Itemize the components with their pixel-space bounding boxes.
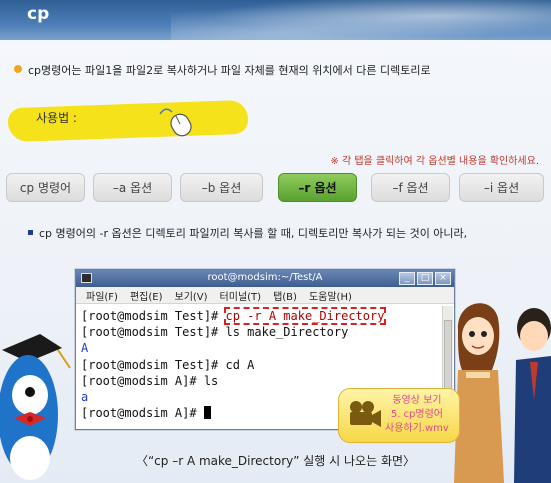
- command: cd A: [225, 357, 255, 372]
- video-camera-icon: [350, 401, 381, 427]
- tab-b-option[interactable]: –b 옵션: [180, 173, 263, 202]
- tab-r-option[interactable]: –r 옵션: [278, 173, 357, 202]
- video-link-text: 동영상 보기 5. cp명령어 사용하기.wmv: [385, 395, 449, 434]
- menu-terminal[interactable]: 터미널(T): [220, 288, 262, 303]
- terminal-line: [root@modsim A]# ls: [81, 373, 440, 389]
- maximize-button[interactable]: □: [417, 272, 433, 285]
- terminal-titlebar[interactable]: root@modsim:~/Test/A _ □ ×: [76, 270, 454, 287]
- menu-file[interactable]: 파일(F): [86, 288, 118, 303]
- prompt: [root@modsim Test]#: [81, 325, 226, 340]
- prompt: [root@modsim A]#: [81, 406, 204, 421]
- terminal-line: [root@modsim Test]# ls make_Directory: [81, 324, 440, 340]
- terminal-line: [root@modsim Test]# cd A: [81, 357, 440, 373]
- prompt: [root@modsim A]#: [81, 373, 204, 388]
- close-button[interactable]: ×: [435, 272, 451, 285]
- bullet-dot-icon: [14, 65, 22, 73]
- menu-tabs[interactable]: 탭(B): [273, 288, 297, 303]
- tab-a-option[interactable]: –a 옵션: [93, 173, 172, 202]
- text-cursor: [203, 406, 211, 420]
- command: ls: [203, 373, 219, 388]
- header-decoration: [171, 0, 551, 40]
- tab-cp-command[interactable]: cp 명령어: [6, 173, 85, 202]
- menu-edit[interactable]: 편집(E): [130, 288, 163, 303]
- description-text: cp명령어는 파일1을 파일2로 복사하거나 파일 자체를 현재의 위치에서 다…: [28, 64, 431, 77]
- explanation-row: cp 명령어의 -r 옵션은 디렉토리 파일끼리 복사를 할 때, 디렉토리만 …: [28, 225, 467, 241]
- page-header: cp: [0, 0, 551, 40]
- menu-view[interactable]: 보기(V): [175, 288, 208, 303]
- tab-f-option[interactable]: –f 옵션: [371, 173, 450, 202]
- terminal-menubar: 파일(F) 편집(E) 보기(V) 터미널(T) 탭(B) 도움말(H): [76, 287, 454, 304]
- option-tabs: cp 명령어 –a 옵션 –b 옵션 –r 옵션 –f 옵션 –i 옵션: [6, 173, 546, 203]
- characters-illustration-icon: [454, 303, 551, 483]
- penguin-mascot-icon: [0, 334, 71, 480]
- page-title: cp: [27, 4, 50, 24]
- terminal-title: root@modsim:~/Test/A: [207, 272, 323, 283]
- minimize-button[interactable]: _: [399, 272, 415, 285]
- hint-text: ※ 각 탭을 클릭하여 각 옵션별 내용을 확인하세요.: [330, 156, 539, 167]
- window-controls: _ □ ×: [399, 272, 451, 285]
- video-link-button[interactable]: 동영상 보기 5. cp명령어 사용하기.wmv: [338, 388, 460, 443]
- mouse-icon: [159, 108, 192, 137]
- prompt: [root@modsim Test]#: [81, 309, 226, 323]
- highlighted-command: cp -r A make_Directory: [223, 307, 387, 325]
- terminal-line: [root@modsim Test]# cp -r A make_Directo…: [81, 307, 440, 325]
- command: ls make_Directory: [225, 325, 349, 340]
- usage-label: 사용법 :: [36, 111, 77, 125]
- prompt: [root@modsim Test]#: [81, 357, 226, 372]
- explanation-text: cp 명령어의 -r 옵션은 디렉토리 파일끼리 복사를 할 때, 디렉토리만 …: [39, 227, 468, 240]
- tab-i-option[interactable]: –i 옵션: [459, 173, 544, 202]
- menu-help[interactable]: 도움말(H): [309, 288, 352, 303]
- description-row: cp명령어는 파일1을 파일2로 복사하거나 파일 자체를 현재의 위치에서 다…: [14, 62, 431, 78]
- bullet-square-icon: [28, 230, 33, 235]
- terminal-output: A: [81, 341, 89, 356]
